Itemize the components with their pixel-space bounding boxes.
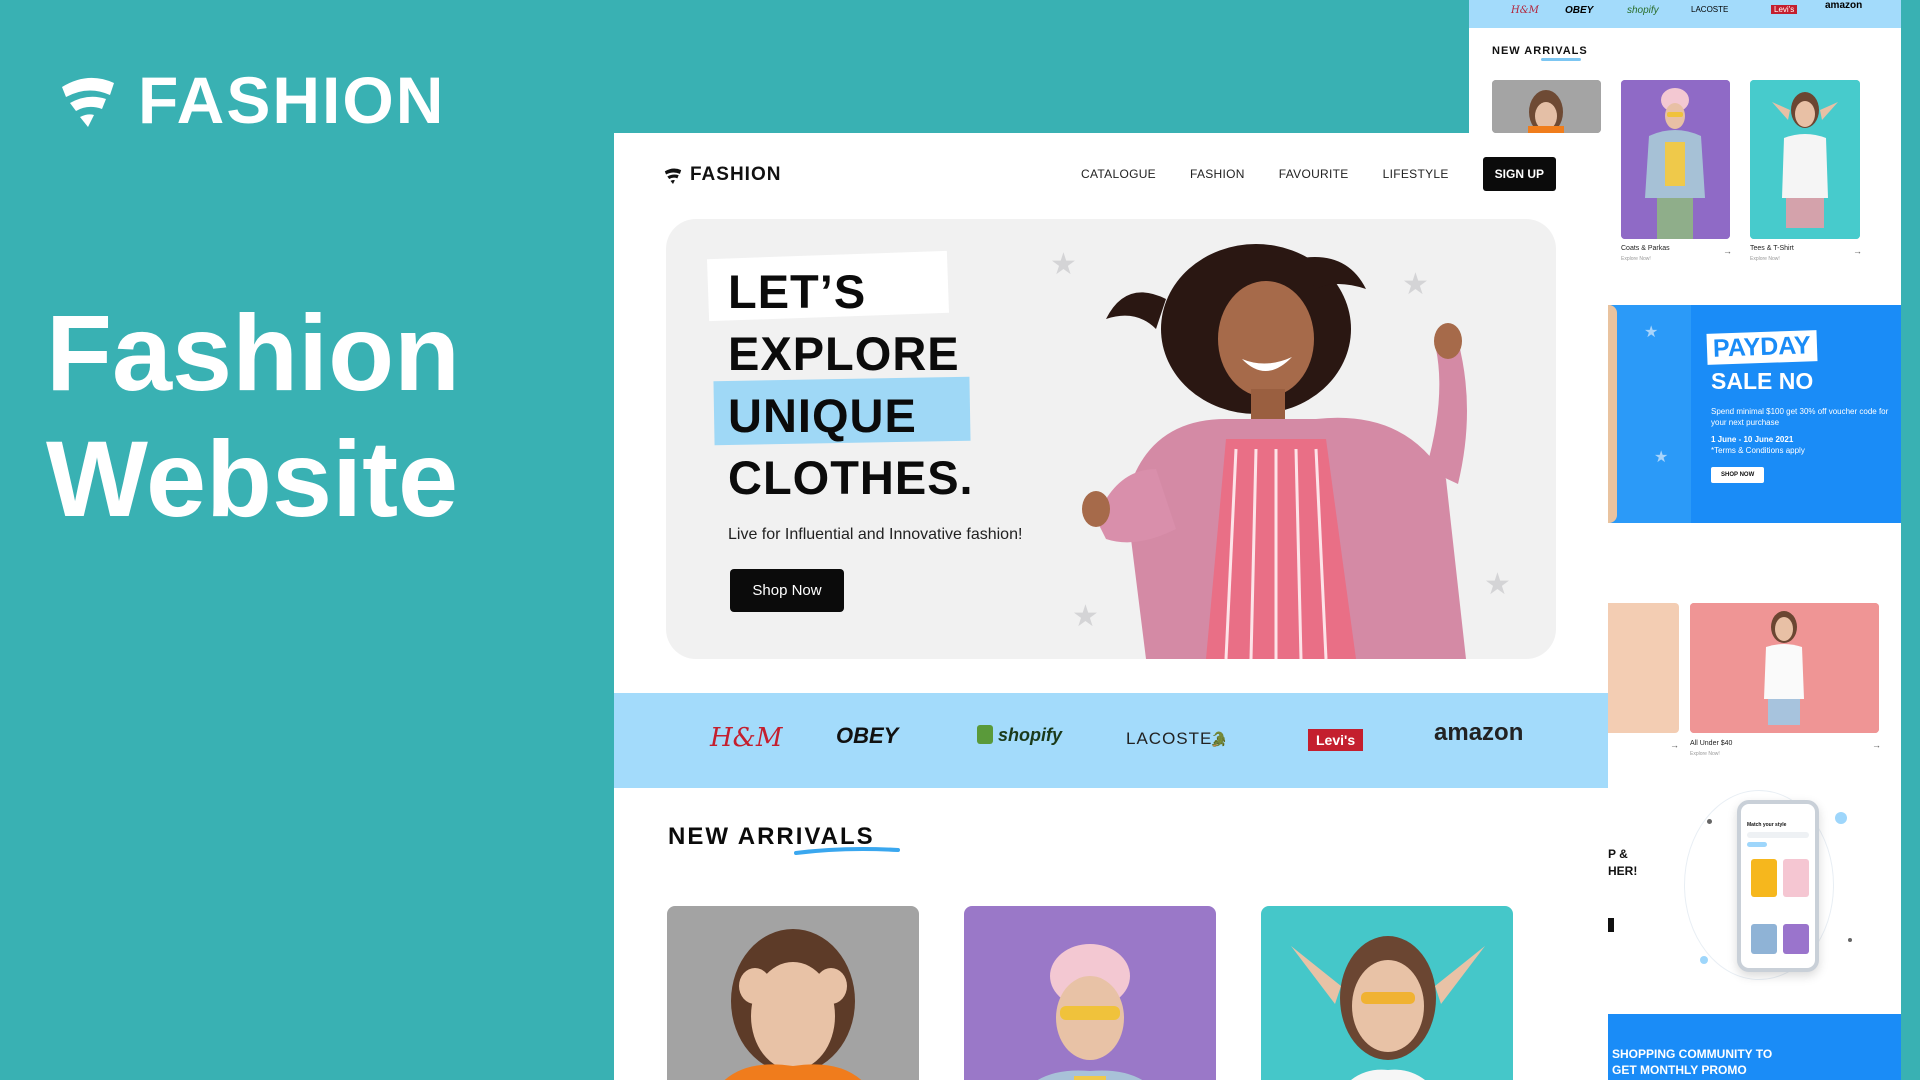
phone-product-tile[interactable]	[1783, 859, 1809, 897]
promo-title-line1: Fashion	[46, 292, 461, 413]
community-line1: SHOPPING COMMUNITY TO	[1612, 1047, 1773, 1061]
hero-headline-line4: CLOTHES.	[728, 451, 974, 504]
main-page-preview: FASHION CATALOGUE FASHION FAVOURITE LIFE…	[614, 133, 1608, 1080]
brand-shopify-logo: shopify	[998, 725, 1063, 745]
phone-filter-chip[interactable]	[1747, 842, 1767, 847]
nav-links: CATALOGUE FASHION FAVOURITE LIFESTYLE SI…	[1081, 157, 1556, 191]
brand-strip: H&M OBEY shopify LACOSTE 🐊 Levi's amazon	[614, 693, 1608, 788]
decor-dot	[1707, 819, 1712, 824]
brand-amazon-logo: amazon	[1434, 719, 1524, 746]
product-card-hoodie[interactable]	[667, 906, 919, 1080]
app-section-text: P &	[1608, 847, 1628, 861]
side-card-sub-under40: Explore Now!	[1690, 751, 1720, 757]
hero-model-photo	[1082, 244, 1467, 659]
side-brand-amazon: amazon	[1825, 0, 1863, 11]
arrow-right-icon[interactable]: →	[1853, 246, 1862, 256]
product-photo-icon	[1690, 603, 1879, 733]
side-product-card-partial[interactable]	[1608, 603, 1679, 733]
phone-mockup: Match your style	[1737, 800, 1819, 972]
nav-link-lifestyle[interactable]: LIFESTYLE	[1383, 167, 1449, 181]
payday-text: Spend minimal $100 get 30% off voucher c…	[1711, 407, 1889, 427]
side-card-caption-under40: All Under $40	[1690, 740, 1733, 747]
nav-logo[interactable]: FASHION	[664, 164, 781, 186]
side-card-caption-tees: Tees & T-Shirt	[1750, 245, 1794, 252]
side-new-arrivals-title: NEW ARRIVALS	[1492, 45, 1588, 57]
crocodile-icon: 🐊	[1210, 731, 1228, 747]
decor-dot	[1848, 938, 1852, 942]
product-card-tee[interactable]	[1261, 906, 1513, 1080]
nav-link-catalogue[interactable]: CATALOGUE	[1081, 167, 1156, 181]
nav-link-fashion[interactable]: FASHION	[1190, 167, 1245, 181]
phone-search-bar[interactable]	[1747, 832, 1809, 838]
shop-now-button[interactable]: Shop Now	[730, 569, 844, 612]
side-brand-levis: Levi's	[1771, 5, 1798, 14]
brand-lacoste-logo: LACOSTE	[1126, 729, 1213, 748]
decor-dot	[1835, 812, 1847, 824]
promo-title: Fashion Website	[46, 290, 460, 542]
community-text: SHOPPING COMMUNITY TO GET MONTHLY PROMO	[1612, 1046, 1772, 1078]
decor-dot	[1700, 956, 1708, 964]
community-line2: GET MONTHLY PROMO	[1612, 1063, 1747, 1077]
side-card-sub-tees: Explore Now!	[1750, 256, 1780, 262]
side-na-underline	[1541, 58, 1581, 61]
hero-headline-line3: UNIQUE	[728, 389, 917, 442]
brand-hm-logo: H&M	[710, 723, 783, 753]
payday-terms: *Terms & Conditions apply	[1711, 446, 1805, 455]
product-photo-icon	[1492, 80, 1601, 133]
signup-button[interactable]: SIGN UP	[1482, 157, 1556, 191]
payday-title: PAYDAY	[1706, 330, 1818, 365]
side-brand-hm: H&M	[1511, 5, 1539, 16]
side-brand-lacoste: LACOSTE	[1691, 5, 1729, 14]
phone-header-text: Match your style	[1747, 822, 1787, 828]
app-section-button-partial[interactable]	[1608, 918, 1614, 932]
side-card-caption-coats: Coats & Parkas	[1621, 245, 1670, 252]
navbar: FASHION CATALOGUE FASHION FAVOURITE LIFE…	[614, 133, 1608, 213]
payday-shop-now-button[interactable]: SHOP NOW	[1711, 467, 1765, 483]
arrow-right-icon[interactable]: →	[1872, 740, 1881, 750]
star-icon: ★	[1654, 449, 1669, 466]
title-underline-icon	[794, 847, 900, 855]
arrow-right-icon[interactable]: →	[1723, 246, 1732, 256]
phone-product-tile[interactable]	[1751, 859, 1777, 897]
side-product-card-hoodie[interactable]	[1492, 80, 1601, 133]
product-card-beanie[interactable]	[964, 906, 1216, 1080]
product-photo-icon	[1750, 80, 1860, 239]
hero-subtitle: Live for Influential and Innovative fash…	[728, 526, 1023, 543]
side-brand-obey: OBEY	[1565, 5, 1594, 16]
hero-banner: ★ ★ ★ ★ LET’S EXPLORE UNIQUE CLOTHES. Li…	[666, 219, 1556, 659]
brand-obey-logo: OBEY	[836, 723, 899, 748]
hero-headline-line1: LET’S	[728, 265, 867, 318]
payday-date: 1 June - 10 June 2021	[1711, 435, 1794, 444]
payday-subtitle: SALE NO	[1711, 368, 1814, 394]
nav-link-favourite[interactable]: FAVOURITE	[1279, 167, 1349, 181]
product-photo-icon	[1621, 80, 1730, 239]
hero-headline-line2: EXPLORE	[728, 327, 960, 380]
product-photo-icon	[964, 906, 1216, 1080]
side-card-sub-coats: Explore Now!	[1621, 256, 1651, 262]
brand-levis-logo: Levi's	[1308, 729, 1364, 751]
nav-brand-name: FASHION	[690, 164, 782, 185]
product-photo-icon	[667, 906, 919, 1080]
side-brand-shopify: shopify	[1627, 5, 1659, 16]
promo-brand-name: FASHION	[138, 63, 446, 137]
fashion-logo-icon	[664, 168, 682, 184]
side-product-card-tees[interactable]	[1750, 80, 1860, 239]
phone-product-tile[interactable]	[1751, 924, 1777, 954]
side-product-card-under40[interactable]	[1690, 603, 1879, 733]
side-product-card-coats[interactable]	[1621, 80, 1730, 239]
app-section-text-2: HER!	[1608, 864, 1638, 878]
shopify-bag-icon	[977, 725, 993, 744]
star-icon: ★	[1644, 324, 1659, 341]
promo-logo: FASHION	[60, 62, 445, 138]
promo-title-line2: Website	[46, 418, 459, 539]
fashion-logo-icon	[62, 77, 114, 127]
arrow-right-icon[interactable]: →	[1670, 740, 1679, 750]
phone-product-tile[interactable]	[1783, 924, 1809, 954]
product-photo-icon	[1261, 906, 1513, 1080]
